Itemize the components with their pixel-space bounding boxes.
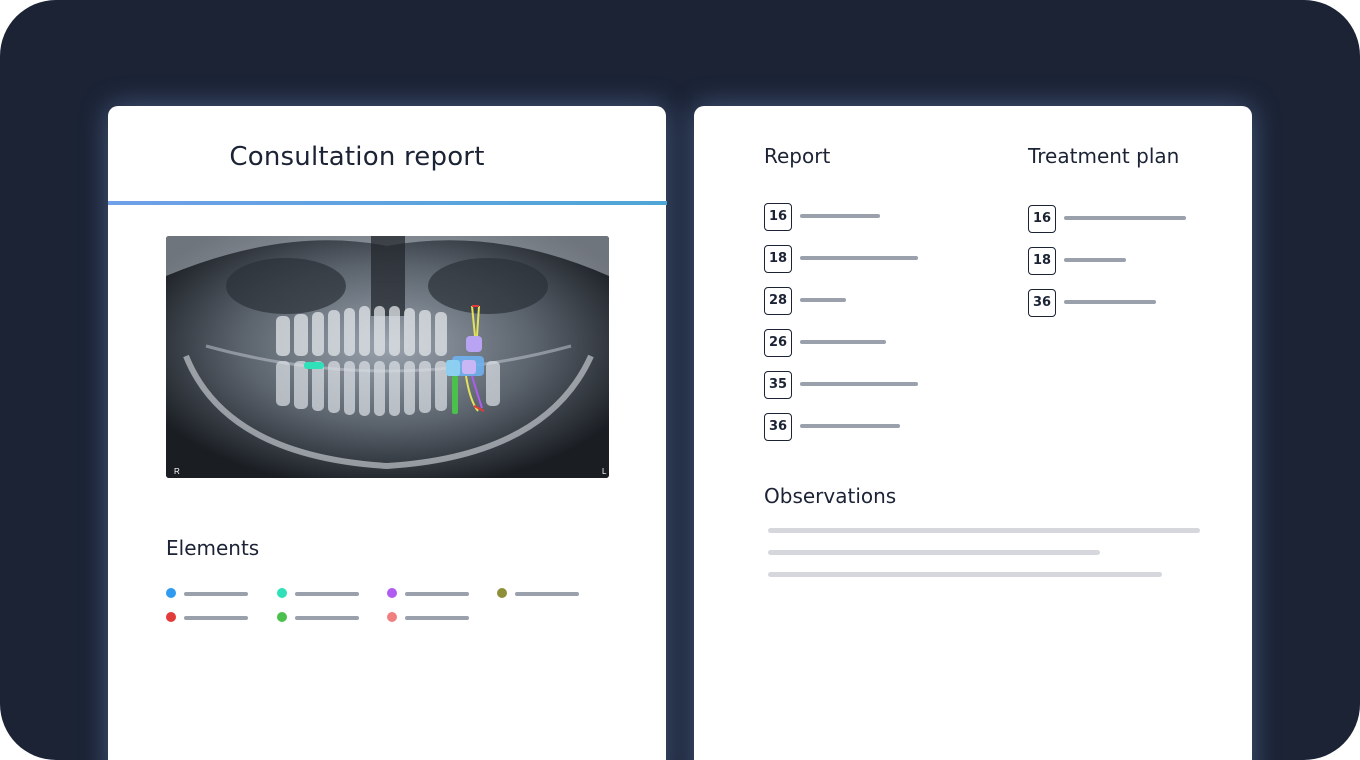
legend-placeholder-line [295, 616, 359, 620]
placeholder-line [800, 340, 886, 344]
svg-text:R: R [174, 467, 180, 476]
tooth-number-badge: 18 [1028, 247, 1056, 275]
legend-item [277, 588, 377, 600]
placeholder-line [800, 214, 880, 218]
placeholder-line [800, 298, 846, 302]
tooth-number-badge: 36 [764, 413, 792, 441]
legend-placeholder-line [405, 616, 469, 620]
legend-item [387, 588, 487, 600]
placeholder-line [800, 424, 900, 428]
title-divider [108, 201, 667, 205]
treatment-plan-title: Treatment plan [1028, 144, 1180, 168]
legend-placeholder-line [515, 592, 579, 596]
placeholder-line [1064, 300, 1156, 304]
placeholder-line [1064, 216, 1186, 220]
legend-item [387, 612, 487, 624]
legend-item [166, 612, 266, 624]
tooth-number-badge: 36 [1028, 289, 1056, 317]
report-column-title: Report [764, 144, 831, 168]
panoramic-xray-image[interactable]: R L [166, 236, 609, 478]
legend-dot [166, 588, 176, 598]
legend-placeholder-line [295, 592, 359, 596]
legend-dot [387, 612, 397, 622]
tooth-number-badge: 18 [764, 245, 792, 273]
legend-dot [166, 612, 176, 622]
legend-item [166, 588, 266, 600]
tooth-number-badge: 35 [764, 371, 792, 399]
tooth-number-badge: 26 [764, 329, 792, 357]
observation-placeholder-line [768, 572, 1162, 577]
legend-dot [277, 612, 287, 622]
legend-item [497, 588, 597, 600]
legend-dot [387, 588, 397, 598]
tooth-number-badge: 28 [764, 287, 792, 315]
legend-placeholder-line [184, 616, 248, 620]
report-details-card: Report Treatment plan 16 18 28 26 35 36 [694, 106, 1252, 760]
app-frame: Consultation report R L Elements Report … [0, 0, 1360, 760]
observation-placeholder-line [768, 528, 1200, 533]
placeholder-line [800, 382, 918, 386]
tooth-number-badge: 16 [1028, 205, 1056, 233]
legend-placeholder-line [184, 592, 248, 596]
consultation-report-card: Consultation report R L Elements [108, 106, 667, 760]
observation-placeholder-line [768, 550, 1100, 555]
observations-title: Observations [764, 484, 897, 508]
elements-title: Elements [166, 536, 260, 560]
tooth-number-badge: 16 [764, 203, 792, 231]
legend-placeholder-line [405, 592, 469, 596]
legend-item [277, 612, 377, 624]
legend-dot [497, 588, 507, 598]
report-title: Consultation report [229, 142, 485, 172]
svg-text:L: L [602, 467, 607, 476]
placeholder-line [800, 256, 918, 260]
placeholder-line [1064, 258, 1126, 262]
legend-dot [277, 588, 287, 598]
